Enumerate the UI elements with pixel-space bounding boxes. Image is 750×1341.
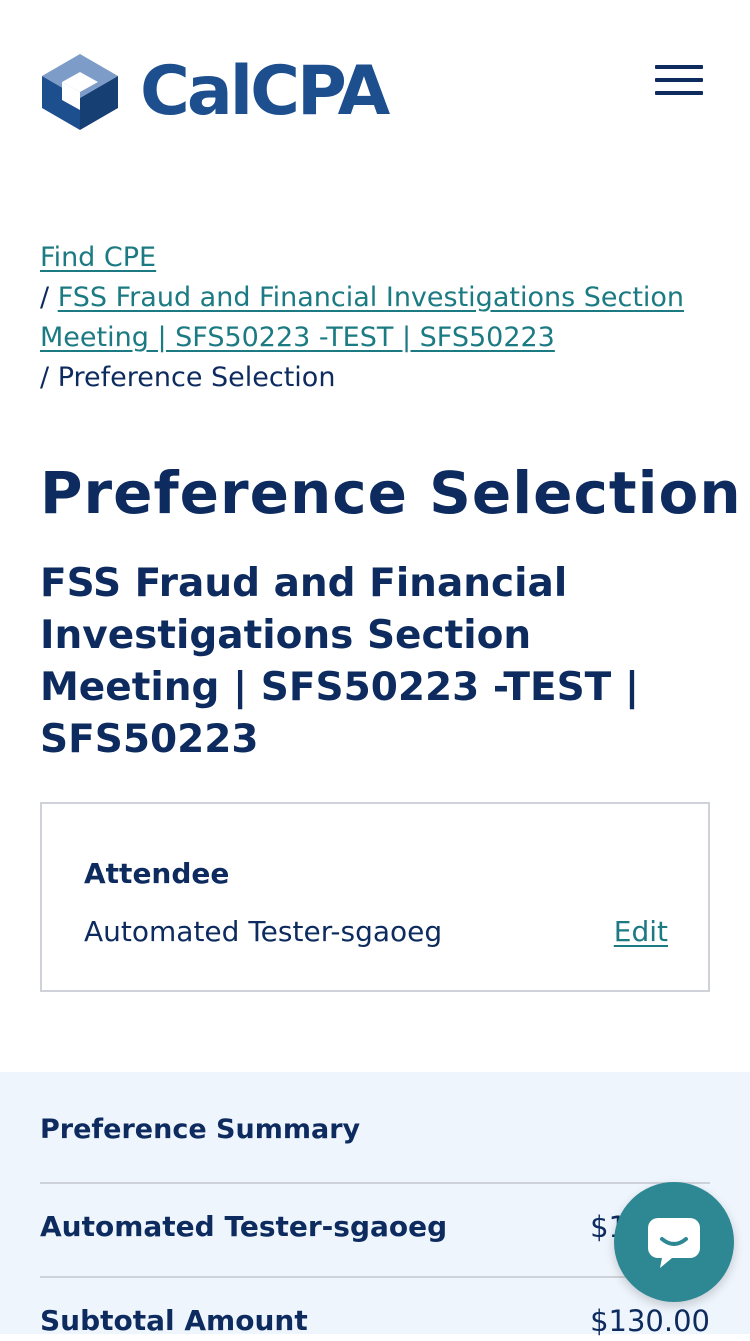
attendee-heading: Attendee	[84, 857, 230, 890]
summary-row-label: Automated Tester-sgaoeg	[40, 1210, 448, 1243]
page-title: Preference Selection	[40, 459, 742, 527]
summary-divider	[40, 1276, 710, 1278]
breadcrumb-link-find-cpe[interactable]: Find CPE	[40, 242, 156, 273]
cube-logo-icon	[42, 54, 118, 130]
menu-line	[655, 78, 703, 82]
calcpa-logo-link[interactable]: CalCPA	[40, 52, 390, 132]
menu-line	[655, 91, 703, 95]
event-title: FSS Fraud and Financial Investigations S…	[40, 561, 640, 762]
brand-name: CalCPA	[140, 52, 390, 131]
chat-button[interactable]	[614, 1182, 734, 1302]
breadcrumb-current: Preference Selection	[57, 362, 336, 393]
subtotal-label: Subtotal Amount	[40, 1304, 308, 1337]
breadcrumb: Find CPE / FSS Fraud and Financial Inves…	[40, 238, 710, 398]
attendee-name: Automated Tester-sgaoeg	[84, 915, 443, 948]
attendee-card: Attendee Automated Tester-sgaoeg Edit	[40, 802, 710, 992]
hamburger-menu-button[interactable]	[650, 58, 708, 102]
summary-heading: Preference Summary	[40, 1114, 361, 1145]
chat-bubble-icon	[648, 1218, 700, 1268]
edit-attendee-link[interactable]: Edit	[614, 912, 668, 952]
subtotal-value: $130.00	[590, 1304, 710, 1338]
breadcrumb-separator: /	[40, 362, 50, 393]
breadcrumb-link-event[interactable]: FSS Fraud and Financial Investigations S…	[40, 282, 684, 353]
site-header: CalCPA	[0, 0, 750, 200]
breadcrumb-separator: /	[40, 282, 50, 313]
menu-line	[655, 65, 703, 69]
summary-divider	[40, 1182, 710, 1184]
